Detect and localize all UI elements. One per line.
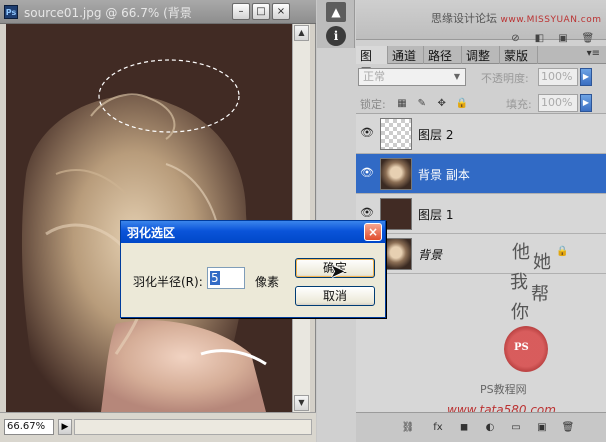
- cancel-button[interactable]: 取消: [295, 286, 375, 306]
- dialog-titlebar[interactable]: 羽化选区 ×: [121, 221, 385, 243]
- brand-label: PS教程网: [480, 383, 527, 396]
- fill-field[interactable]: 100%: [538, 94, 578, 112]
- watermark-text: 思缘设计论坛 www.MISSYUAN.com: [431, 10, 602, 26]
- document-status-bar: 66.67% ▶: [0, 412, 316, 442]
- fill-label: 填充:: [506, 98, 532, 111]
- opacity-label: 不透明度:: [481, 72, 529, 85]
- tab-adjustments[interactable]: 调整: [462, 46, 500, 64]
- art-glyph: 帮: [531, 284, 549, 305]
- layer-thumbnail: [380, 158, 412, 190]
- blend-mode-select[interactable]: 正常 ▼: [358, 68, 466, 86]
- lock-all-icon[interactable]: 🔒: [455, 98, 467, 110]
- lock-transparency-icon[interactable]: ▦: [396, 98, 408, 110]
- mouse-cursor-icon: ➤: [330, 261, 346, 282]
- opacity-field[interactable]: 100%: [538, 68, 578, 86]
- tab-layers[interactable]: 图层: [356, 46, 388, 80]
- lock-icon: 🔒: [556, 246, 569, 257]
- unit-label: 像素: [255, 275, 280, 289]
- lock-brush-icon[interactable]: ✎: [416, 98, 428, 110]
- photoshop-icon: Ps: [4, 5, 18, 19]
- new-state-icon[interactable]: ▣: [558, 34, 569, 44]
- minimize-button[interactable]: –: [232, 3, 250, 20]
- ribbon-icons: ⊘ ◧ ▣ 🗑: [510, 30, 601, 44]
- opacity-slider-button[interactable]: ▶: [580, 68, 592, 86]
- vertical-scrollbar[interactable]: ▲ ▼: [292, 24, 310, 412]
- art-glyph: 他: [512, 242, 530, 263]
- photoshop-window: Ps source01.jpg @ 66.7% (背景 – □ × ▲ ▼ 66…: [0, 0, 606, 442]
- feather-radius-value: 5: [210, 271, 220, 285]
- lock-label: 锁定:: [360, 98, 386, 111]
- trash-icon[interactable]: 🗑: [581, 34, 594, 44]
- maximize-button[interactable]: □: [252, 3, 270, 20]
- art-glyph: 你: [511, 302, 529, 323]
- folder-icon[interactable]: ▭: [509, 422, 523, 434]
- panel-menu-icon[interactable]: ▾≡: [587, 48, 600, 59]
- layer-row[interactable]: 👁 背景 副本: [356, 154, 606, 194]
- layer-name: 背景 副本: [418, 168, 470, 182]
- close-icon[interactable]: ×: [364, 223, 382, 241]
- eye-icon[interactable]: 👁: [359, 206, 375, 220]
- panel-dock-strip: ▲ i: [317, 0, 355, 48]
- scroll-down-arrow-icon[interactable]: ▼: [294, 395, 309, 411]
- watermark-site: www.MISSYUAN.com: [500, 15, 602, 25]
- layer-name: 图层 1: [418, 208, 454, 222]
- feather-selection-dialog: 羽化选区 × 羽化半径(R): 5 像素 确定 取消: [120, 220, 386, 318]
- link-icon[interactable]: ⛓: [401, 422, 415, 434]
- dialog-title: 羽化选区: [127, 226, 176, 240]
- lock-row: 锁定: ▦ ✎ ✥ 🔒 填充: 100% ▶: [356, 92, 606, 114]
- scroll-up-arrow-icon[interactable]: ▲: [294, 25, 309, 41]
- tab-masks[interactable]: 蒙版: [500, 46, 538, 64]
- eye-icon[interactable]: 👁: [359, 126, 375, 140]
- tab-channels[interactable]: 通道: [388, 46, 424, 64]
- image-canvas[interactable]: [6, 24, 292, 412]
- layers-footer: ⛓ fx ◼ ◐ ▭ ▣ 🗑: [356, 412, 606, 442]
- stop-icon[interactable]: ⊘: [510, 34, 521, 44]
- horizontal-scrollbar[interactable]: [74, 419, 312, 435]
- layer-thumbnail: [380, 118, 412, 150]
- layer-row[interactable]: 👁 图层 2: [356, 114, 606, 154]
- fill-slider-button[interactable]: ▶: [580, 94, 592, 112]
- lock-icons: ▦ ✎ ✥ 🔒: [396, 95, 471, 110]
- panel-tab-bar: 图层 通道 路径 调整 蒙版 ▾≡: [356, 46, 606, 80]
- layer-row[interactable]: 👁 背景 🔒: [356, 234, 606, 274]
- canvas-image: [6, 24, 292, 412]
- chevron-down-icon: ▼: [453, 72, 461, 81]
- new-layer-icon[interactable]: ▣: [535, 422, 549, 434]
- watermark-cn: 思缘设计论坛: [431, 12, 497, 25]
- status-menu-icon[interactable]: ▶: [58, 419, 72, 435]
- feather-radius-input[interactable]: 5: [207, 267, 245, 289]
- mask-icon[interactable]: ◼: [457, 422, 471, 434]
- histogram-icon[interactable]: ▲: [326, 2, 346, 22]
- close-button[interactable]: ×: [272, 3, 290, 20]
- art-glyph: 我: [510, 272, 528, 293]
- eye-icon[interactable]: 👁: [359, 166, 375, 180]
- fx-icon[interactable]: fx: [431, 422, 445, 434]
- document-title: source01.jpg @ 66.7% (背景: [24, 6, 192, 20]
- layer-row[interactable]: 👁 图层 1: [356, 194, 606, 234]
- lock-move-icon[interactable]: ✥: [436, 98, 448, 110]
- adjustment-icon[interactable]: ◐: [483, 422, 497, 434]
- document-titlebar[interactable]: Ps source01.jpg @ 66.7% (背景 – □ ×: [0, 0, 316, 24]
- zoom-level-field[interactable]: 66.67%: [4, 419, 54, 435]
- layer-name: 背景: [418, 248, 443, 262]
- feather-radius-label: 羽化半径(R):: [133, 275, 203, 289]
- seal-text: PS: [514, 342, 529, 353]
- tab-paths[interactable]: 路径: [424, 46, 462, 64]
- blend-row: 正常 ▼ 不透明度: 100% ▶: [356, 66, 606, 88]
- layers-list: 👁 图层 2 👁 背景 副本 👁 图层 1 👁 背景 🔒: [356, 114, 606, 412]
- layer-name: 图层 2: [418, 128, 454, 142]
- trash-icon[interactable]: 🗑: [561, 422, 575, 434]
- snapshot-icon[interactable]: ◧: [534, 34, 545, 44]
- art-glyph: 她: [533, 252, 551, 273]
- info-icon[interactable]: i: [326, 26, 346, 46]
- blend-mode-value: 正常: [363, 70, 385, 83]
